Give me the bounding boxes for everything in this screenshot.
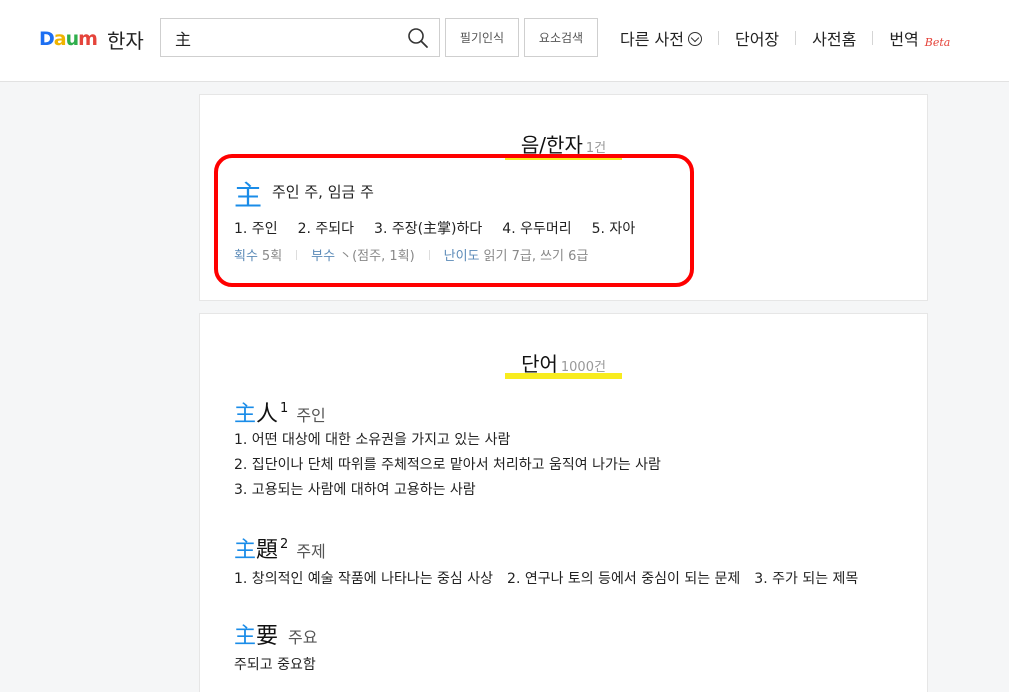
meta-divider	[296, 249, 298, 260]
hanja-meta: 획수 5획 부수 丶(점주, 1획) 난이도 읽기 7급, 쓰기 6급	[234, 245, 588, 264]
top-nav: 다른 사전 단어장 사전홈 번역 Beta	[620, 26, 950, 50]
word-hanja-second[interactable]: 要	[256, 618, 278, 650]
meaning-item: 3. 주장(主掌)하다	[374, 221, 483, 237]
word-reading: 주인	[296, 406, 326, 425]
word-hanja-second[interactable]: 題	[256, 532, 278, 564]
word-def: 주되고 중요함	[234, 657, 316, 673]
meaning-item: 4. 우두머리	[502, 221, 572, 237]
logo-letter-a: a	[53, 28, 67, 50]
hanja-meaning[interactable]: 주인 주, 임금 주	[272, 181, 374, 202]
word-defs: 1. 창의적인 예술 작품에 나타나는 중심 사상 2. 연구나 토의 등에서 …	[234, 568, 858, 588]
hanja-meanings-list: 1. 주인 2. 주되다 3. 주장(主掌)하다 4. 우두머리 5. 자아	[234, 218, 635, 238]
meta-divider	[428, 249, 430, 260]
word-sup: 1	[280, 401, 289, 416]
word-def: 1. 창의적인 예술 작품에 나타나는 중심 사상	[234, 571, 494, 587]
word-sup: 2	[280, 537, 289, 552]
level-label: 난이도	[443, 249, 480, 264]
nav-divider	[795, 31, 797, 45]
word-hanja-second[interactable]: 人	[256, 396, 278, 428]
nav-divider	[717, 31, 719, 45]
word-section-title: 단어 1000건	[200, 348, 927, 379]
handwriting-button[interactable]: 필기인식	[445, 18, 519, 57]
search-icon[interactable]	[407, 27, 429, 49]
logo-letter-m: m	[78, 28, 98, 50]
element-search-button[interactable]: 요소검색	[524, 18, 598, 57]
header: Daum 한자 필기인식 요소검색 다른 사전 단어장 사전홈 번역 Beta	[0, 0, 1009, 82]
search-box	[160, 18, 440, 57]
logo-letter-u: u	[65, 28, 79, 50]
logo-letter-d: D	[39, 28, 55, 50]
word-reading: 주요	[288, 628, 318, 647]
section-count: 1000건	[560, 360, 606, 375]
level-value: 읽기 7급, 쓰기 6급	[483, 249, 589, 264]
nav-other-dict[interactable]: 다른 사전	[620, 26, 702, 50]
search-input[interactable]	[175, 28, 395, 48]
radical-value[interactable]: 丶(점주, 1획)	[339, 245, 415, 264]
word-def: 1. 어떤 대상에 대한 소유권을 가지고 있는 사람	[234, 432, 511, 448]
beta-badge: Beta	[924, 36, 951, 49]
word-def: 2. 연구나 토의 등에서 중심이 되는 문제	[507, 571, 741, 587]
nav-divider	[872, 31, 874, 45]
hanja-char-link[interactable]: 主	[234, 174, 262, 214]
nav-translate-label: 번역	[889, 30, 919, 49]
nav-translate[interactable]: 번역 Beta	[889, 26, 950, 50]
section-title-text: 단어	[521, 352, 558, 376]
word-defs: 1. 어떤 대상에 대한 소유권을 가지고 있는 사람 2. 집단이나 단체 따…	[234, 428, 661, 503]
strokes-value: 5획	[261, 249, 283, 264]
radical-label: 부수	[311, 249, 336, 264]
nav-dict-home[interactable]: 사전홈	[812, 26, 856, 50]
word-def: 3. 고용되는 사람에 대하여 고용하는 사람	[234, 482, 476, 498]
word-hanja-first[interactable]: 主	[234, 532, 256, 564]
word-hanja-first[interactable]: 主	[234, 618, 256, 650]
service-name[interactable]: 한자	[107, 25, 144, 54]
meaning-item: 5. 자아	[591, 221, 636, 237]
daum-wordmark: Daum	[39, 28, 98, 50]
nav-wordbook[interactable]: 단어장	[735, 26, 779, 50]
nav-other-dict-label: 다른 사전	[620, 30, 684, 49]
word-entry: 主人1 주인	[234, 396, 326, 428]
chevron-down-icon	[687, 32, 702, 46]
strokes-label: 획수	[234, 249, 258, 264]
section-count: 1건	[585, 141, 607, 156]
word-entry: 主題2 주제	[234, 532, 326, 564]
word-hanja-first[interactable]: 主	[234, 396, 256, 428]
word-def: 3. 주가 되는 제목	[754, 571, 859, 587]
section-title-text: 음/한자	[520, 133, 583, 157]
daum-logo[interactable]: Daum 한자	[39, 24, 144, 54]
word-reading: 주제	[296, 542, 326, 561]
word-entry: 主要 주요	[234, 618, 317, 650]
word-def: 2. 집단이나 단체 따위를 주체적으로 맡아서 처리하고 움직여 나가는 사람	[234, 457, 661, 473]
meaning-item: 2. 주되다	[297, 221, 355, 237]
word-defs: 주되고 중요함	[234, 654, 316, 674]
meaning-item: 1. 주인	[234, 221, 278, 237]
